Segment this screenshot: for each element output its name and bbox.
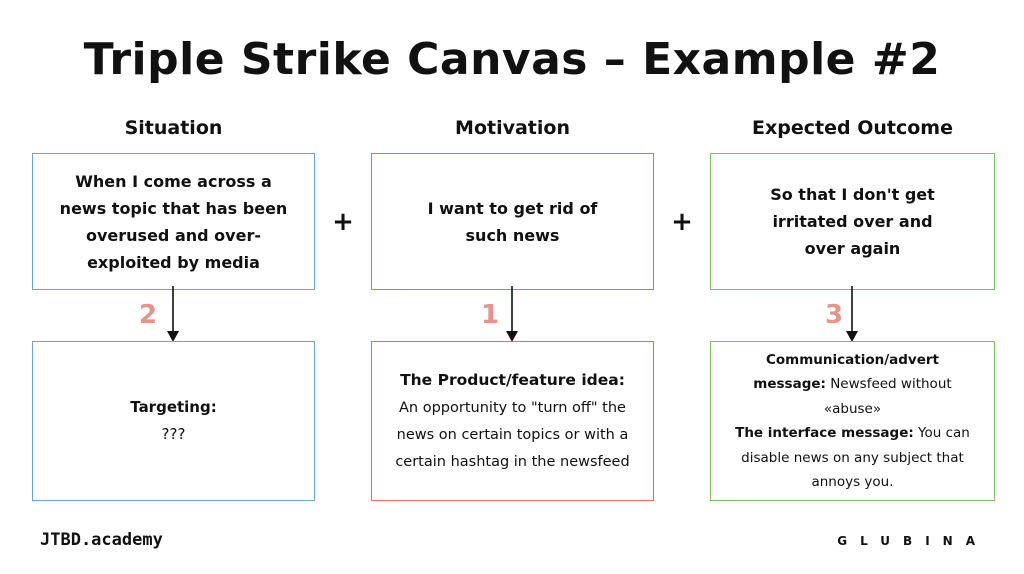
situation-box: When I come across a news topic that has… xyxy=(32,153,315,290)
situation-text: When I come across a news topic that has… xyxy=(59,171,288,272)
interface-label: The interface message: xyxy=(735,425,914,441)
outcome-box: So that I don't get irritated over and o… xyxy=(710,153,995,290)
plus-sign-1: + xyxy=(332,207,354,237)
targeting-box: Targeting: ??? xyxy=(32,341,315,501)
outcome-text: So that I don't get irritated over and o… xyxy=(770,185,935,258)
messages-text: Communication/advert message: Newsfeed w… xyxy=(735,351,970,491)
header-situation: Situation xyxy=(124,117,223,139)
product-idea-text: The Product/feature idea: An opportunity… xyxy=(395,370,630,470)
targeting-value: ??? xyxy=(161,425,186,443)
header-expected-outcome: Expected Outcome xyxy=(752,117,953,139)
product-idea-label: The Product/feature idea: xyxy=(400,370,625,389)
arrow-down-icon xyxy=(506,286,518,342)
targeting-label: Targeting: xyxy=(130,398,217,416)
arrow-down-icon xyxy=(167,286,179,342)
targeting-text: Targeting: ??? xyxy=(130,394,216,448)
page-title: Triple Strike Canvas – Example #2 xyxy=(83,34,941,85)
step-number-situation: 2 xyxy=(138,300,158,330)
comm-label: Communication/advert xyxy=(765,351,939,368)
arrow-down-icon xyxy=(846,286,858,342)
step-number-motivation: 1 xyxy=(480,300,500,330)
brand-jtbd: JTBD.academy xyxy=(40,530,163,550)
brand-glubina-logo: GLUBINA xyxy=(837,534,988,548)
header-motivation: Motivation xyxy=(455,117,570,139)
product-idea-box: The Product/feature idea: An opportunity… xyxy=(371,341,654,501)
plus-sign-2: + xyxy=(671,207,693,237)
motivation-box: I want to get rid of such news xyxy=(371,153,654,290)
motivation-text: I want to get rid of such news xyxy=(427,198,598,245)
messages-box: Communication/advert message: Newsfeed w… xyxy=(710,341,995,501)
